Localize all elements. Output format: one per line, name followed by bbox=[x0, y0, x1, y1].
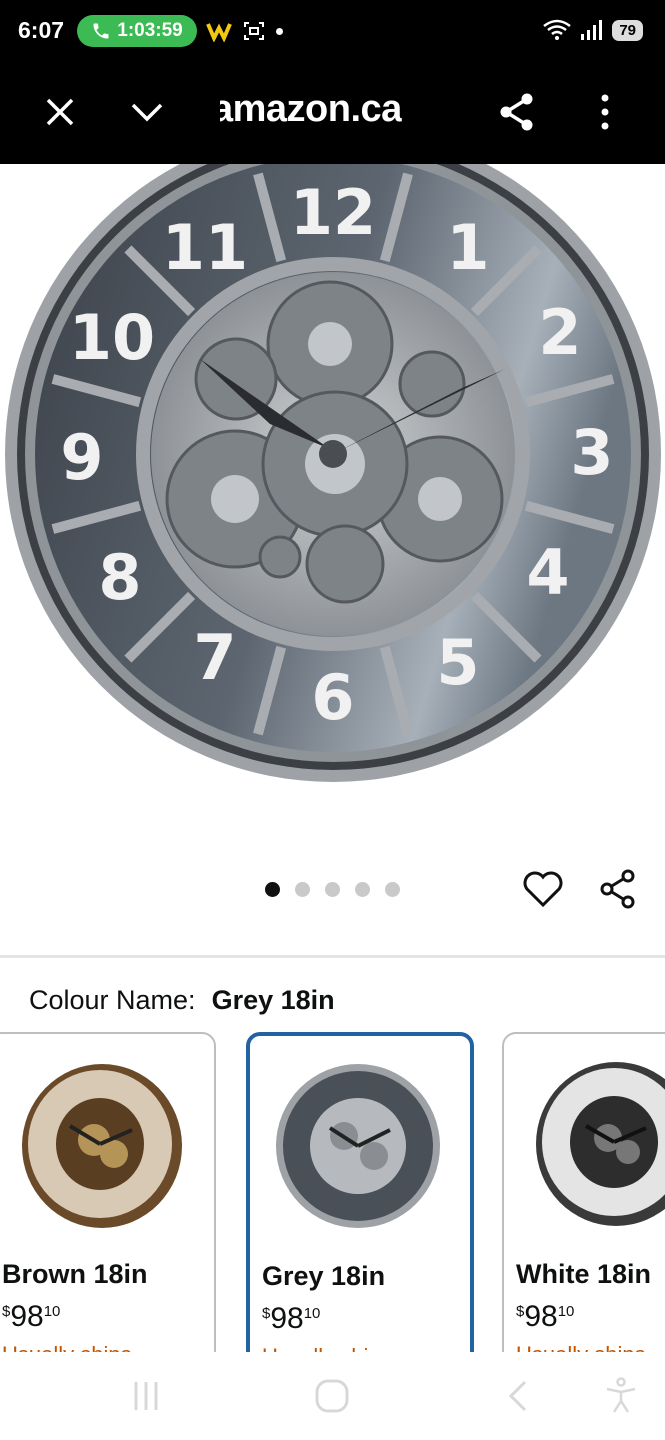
wifi-calling-icon bbox=[206, 23, 232, 42]
status-icons-left bbox=[206, 19, 283, 43]
browser-toolbar: amazon.ca bbox=[0, 64, 665, 164]
recent-apps-icon[interactable] bbox=[124, 1374, 168, 1418]
svg-text:5: 5 bbox=[436, 626, 479, 699]
home-icon[interactable] bbox=[310, 1374, 354, 1418]
variant-name: White 18in bbox=[516, 1259, 652, 1289]
variant-card-brown[interactable]: Brown 18in $9810 Usually ships bbox=[0, 1032, 216, 1352]
svg-text:12: 12 bbox=[290, 176, 376, 249]
variant-thumb-grey bbox=[276, 1064, 440, 1228]
variant-name: Brown 18in bbox=[2, 1259, 148, 1289]
screenshot-icon bbox=[244, 22, 264, 40]
svg-text:6: 6 bbox=[311, 661, 354, 734]
call-timer: 1:03:59 bbox=[117, 20, 183, 41]
share-icon[interactable] bbox=[495, 90, 539, 134]
colour-label: Colour Name: bbox=[29, 985, 196, 1015]
svg-text:7: 7 bbox=[193, 621, 236, 694]
svg-text:3: 3 bbox=[570, 416, 613, 489]
product-image-clock: 12 1 2 3 4 5 6 7 8 9 10 11 bbox=[5, 164, 661, 782]
pagination-dot[interactable] bbox=[385, 882, 400, 897]
status-bar: 6:07 1:03:59 79 bbox=[0, 0, 665, 64]
back-icon[interactable] bbox=[497, 1374, 541, 1418]
pagination-dot[interactable] bbox=[295, 882, 310, 897]
svg-text:8: 8 bbox=[98, 541, 141, 614]
variant-price: $9810 bbox=[516, 1300, 575, 1333]
svg-text:11: 11 bbox=[162, 211, 248, 284]
colour-variant-carousel[interactable]: Brown 18in $9810 Usually ships Grey 18in… bbox=[0, 1032, 665, 1352]
status-time: 6:07 bbox=[18, 17, 65, 43]
svg-text:10: 10 bbox=[69, 301, 155, 374]
image-pagination-dots bbox=[265, 882, 400, 897]
colour-value: Grey 18in bbox=[211, 985, 335, 1015]
more-vert-icon[interactable] bbox=[590, 90, 620, 134]
accessibility-icon[interactable] bbox=[599, 1374, 643, 1418]
chevron-down-icon[interactable] bbox=[127, 92, 167, 132]
product-image-gallery[interactable]: 12 1 2 3 4 5 6 7 8 9 10 11 bbox=[0, 164, 665, 954]
variant-price: $9810 bbox=[2, 1300, 61, 1333]
wifi-icon bbox=[543, 19, 572, 40]
variant-name: Grey 18in bbox=[262, 1261, 386, 1291]
pagination-dot[interactable] bbox=[355, 882, 370, 897]
signal-icon bbox=[581, 20, 603, 40]
status-icons-right: 79 bbox=[542, 18, 643, 42]
call-timer-pill[interactable]: 1:03:59 bbox=[77, 15, 197, 47]
variant-thumb-white bbox=[536, 1062, 665, 1226]
variant-card-grey[interactable]: Grey 18in $9810 Usually ships bbox=[246, 1032, 474, 1352]
svg-text:4: 4 bbox=[526, 536, 569, 609]
pagination-dot[interactable] bbox=[325, 882, 340, 897]
variant-shipping: Usually ships bbox=[516, 1342, 646, 1352]
colour-name-row: Colour Name: Grey 18in bbox=[29, 985, 335, 1016]
close-icon[interactable] bbox=[40, 92, 80, 132]
battery-indicator: 79 bbox=[612, 19, 643, 41]
svg-text:2: 2 bbox=[538, 296, 581, 369]
variant-card-white[interactable]: White 18in $9810 Usually ships bbox=[502, 1032, 665, 1352]
share-icon[interactable] bbox=[597, 868, 639, 910]
variant-price: $9810 bbox=[262, 1302, 321, 1335]
variant-thumb-brown bbox=[22, 1064, 182, 1228]
variant-shipping: Usually ships bbox=[262, 1344, 392, 1352]
system-navigation-bar bbox=[0, 1352, 665, 1440]
section-divider bbox=[0, 955, 665, 958]
svg-text:1: 1 bbox=[446, 211, 489, 284]
svg-text:9: 9 bbox=[60, 421, 103, 494]
notification-dot-icon bbox=[276, 27, 283, 35]
phone-icon bbox=[93, 23, 109, 39]
variant-shipping: Usually ships bbox=[2, 1342, 132, 1352]
heart-icon[interactable] bbox=[522, 868, 564, 910]
page-url: amazon.ca bbox=[212, 88, 402, 130]
pagination-dot[interactable] bbox=[265, 882, 280, 897]
